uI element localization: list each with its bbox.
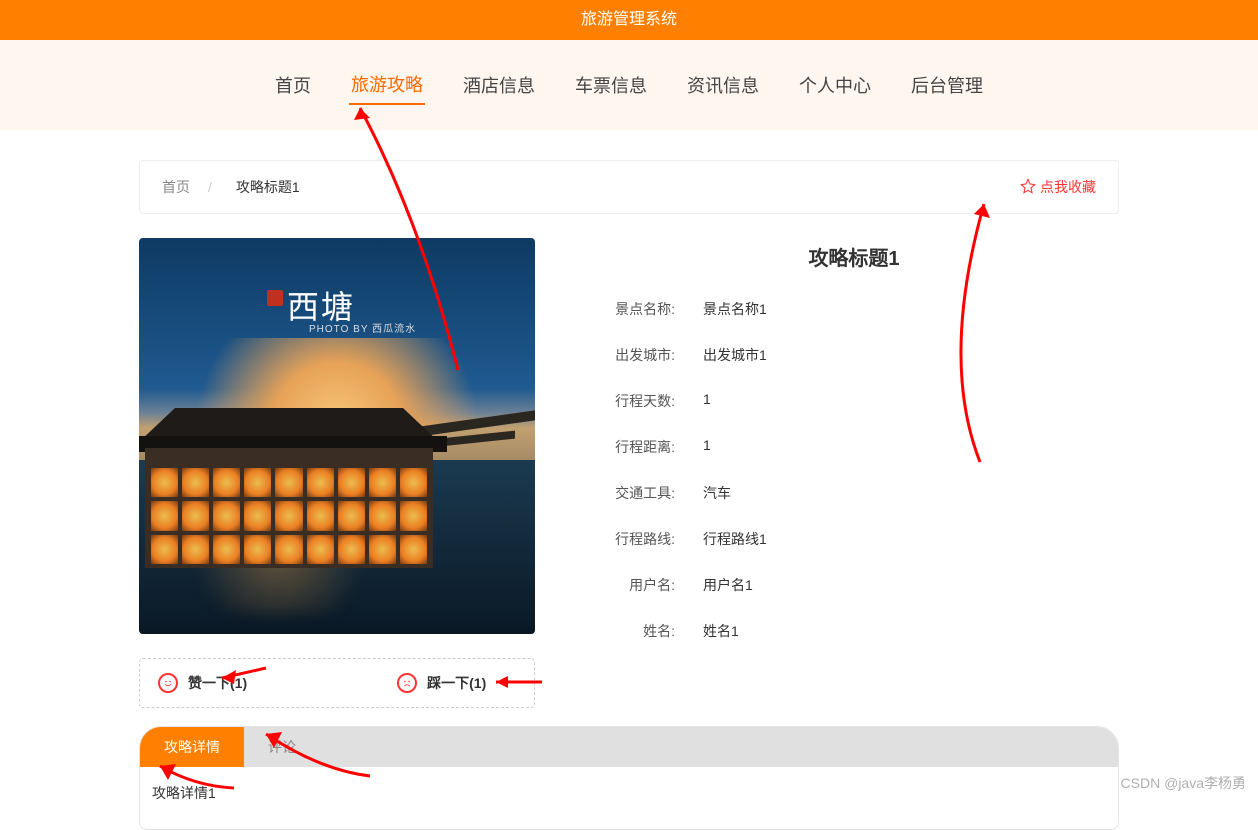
dislike-label: 踩一下(1)	[427, 673, 486, 693]
guide-photo: 西塘 PHOTO BY 西瓜流水	[139, 238, 535, 634]
field-label: 行程路线:	[589, 529, 675, 549]
nav-admin[interactable]: 后台管理	[909, 66, 985, 104]
field-label: 交通工具:	[589, 483, 675, 503]
nav-personal-center[interactable]: 个人中心	[797, 66, 873, 104]
field-label: 用户名:	[589, 575, 675, 595]
breadcrumb-current: 攻略标题1	[236, 177, 300, 197]
field-value: 出发城市1	[703, 345, 767, 365]
field-label: 行程距离:	[589, 437, 675, 457]
field-label: 行程天数:	[589, 391, 675, 411]
like-button[interactable]: 赞一下(1)	[158, 673, 247, 693]
detail-title: 攻略标题1	[589, 242, 1119, 271]
detail-panel: 攻略标题1 景点名称: 景点名称1 出发城市: 出发城市1 行程天数: 1 行程距离:…	[589, 238, 1119, 708]
tab-content: 攻略详情1	[140, 767, 1118, 829]
like-label: 赞一下(1)	[188, 673, 247, 693]
field-value: 用户名1	[703, 575, 753, 595]
field-value: 景点名称1	[703, 299, 767, 319]
nav-travel-guide[interactable]: 旅游攻略	[349, 65, 425, 105]
field-label: 出发城市:	[589, 345, 675, 365]
tab-detail[interactable]: 攻略详情	[140, 727, 244, 767]
tabs-bar: 攻略详情 评论	[140, 727, 1118, 767]
frown-icon	[397, 673, 417, 693]
main-nav: 首页 旅游攻略 酒店信息 车票信息 资讯信息 个人中心 后台管理	[0, 40, 1258, 130]
favorite-label: 点我收藏	[1040, 177, 1096, 197]
field-value: 汽车	[703, 483, 731, 503]
nav-hotel-info[interactable]: 酒店信息	[461, 66, 537, 104]
tab-comments[interactable]: 评论	[244, 727, 320, 767]
content-tabs-panel: 攻略详情 评论 攻略详情1	[139, 726, 1119, 830]
nav-home[interactable]: 首页	[273, 66, 313, 104]
vote-bar: 赞一下(1) 踩一下(1)	[139, 658, 535, 708]
photo-credit: PHOTO BY 西瓜流水	[309, 320, 416, 335]
field-label: 姓名:	[589, 621, 675, 641]
field-value: 1	[703, 391, 711, 411]
nav-ticket-info[interactable]: 车票信息	[573, 66, 649, 104]
breadcrumb-sep: /	[208, 179, 212, 195]
field-value: 1	[703, 437, 711, 457]
smile-icon	[158, 673, 178, 693]
app-header: 旅游管理系统	[0, 0, 1258, 40]
nav-news-info[interactable]: 资讯信息	[685, 66, 761, 104]
star-icon	[1020, 178, 1036, 197]
breadcrumb: 首页 / 攻略标题1 点我收藏	[139, 160, 1119, 214]
watermark: CSDN @java李杨勇	[1121, 773, 1246, 793]
field-label: 景点名称:	[589, 299, 675, 319]
breadcrumb-home[interactable]: 首页	[162, 177, 190, 197]
field-value: 姓名1	[703, 621, 739, 641]
dislike-button[interactable]: 踩一下(1)	[397, 673, 486, 693]
favorite-button[interactable]: 点我收藏	[1020, 177, 1096, 197]
field-value: 行程路线1	[703, 529, 767, 549]
app-title: 旅游管理系统	[581, 11, 677, 28]
